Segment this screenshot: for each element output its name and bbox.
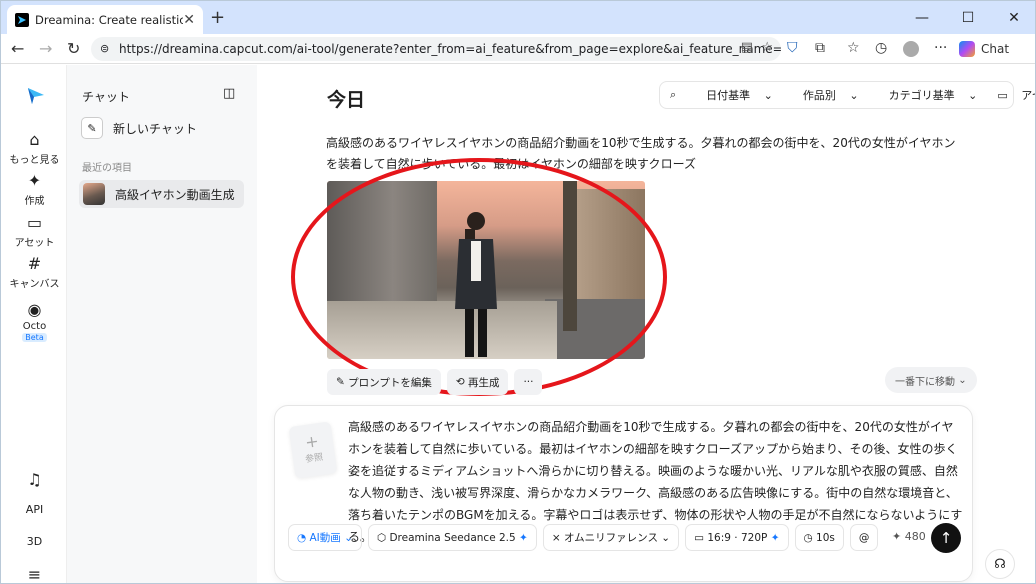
filter-date[interactable]: 日付基準 ⌄ [686, 87, 783, 103]
recent-thumbnail [83, 183, 105, 205]
notifications-bell-icon[interactable]: ♫ [2, 470, 67, 491]
favorite-star-icon[interactable]: ☆ [761, 40, 773, 55]
home-icon: ⌂ [29, 130, 40, 149]
rail-create[interactable]: ✦ 作成 [2, 171, 67, 207]
profile-avatar[interactable] [903, 41, 919, 57]
rail-octo[interactable]: ◉ Octo Beta [2, 300, 67, 343]
main-area: 今日 ⌕ 日付基準 ⌄ 作品別 ⌄ カテゴリ基準 ⌄ ▭ アセット 高級感のある… [258, 65, 1035, 583]
mention-button[interactable]: @ [849, 524, 879, 551]
regenerate-button[interactable]: ⟲ 再生成 [446, 369, 509, 395]
search-icon[interactable]: ⌕ [660, 88, 686, 102]
reference-upload[interactable]: + 参照 [288, 421, 338, 479]
more-menu-icon[interactable]: ··· [934, 40, 947, 56]
chat-panel: チャット ◫ ✎ 新しいチャット 最近の項目 高級イヤホン動画生成 [67, 65, 257, 583]
sparkle-icon-2: ✦ [770, 531, 780, 544]
url-field[interactable]: ⊜ https://dreamina.capcut.com/ai-tool/ge… [91, 37, 781, 61]
octo-icon: ◉ [27, 300, 42, 319]
menu-icon[interactable]: ≡ [2, 565, 67, 583]
video-actions: ✎ プロンプトを編集 ⟲ 再生成 ··· [327, 369, 543, 395]
extensions-icon[interactable]: ⧉ [815, 40, 825, 56]
scroll-to-bottom-button[interactable]: 一番下に移動 ⌄ [885, 367, 977, 393]
filter-asset[interactable]: ▭ アセット [987, 87, 1035, 103]
prompt-composer: + 参照 高級感のあるワイヤレスイヤホンの商品紹介動画を10秒で生成する。夕暮れの… [274, 405, 973, 582]
omni-icon: ⨯ [551, 531, 564, 544]
copilot-icon [959, 41, 975, 57]
dreamina-favicon-icon [15, 12, 29, 27]
credits-icon: ✦ [892, 530, 905, 543]
aspect-ratio-icon: ▭ [694, 531, 708, 544]
recent-item-label: 高級イヤホン動画生成 [115, 187, 235, 202]
dreamina-logo-icon[interactable] [26, 86, 46, 106]
browser-tab[interactable]: Dreamina: Create realistic talking a ✕ [7, 5, 203, 34]
close-window-button[interactable]: ✕ [991, 1, 1035, 34]
filter-bar: ⌕ 日付基準 ⌄ 作品別 ⌄ カテゴリ基準 ⌄ ▭ アセット [659, 81, 1035, 109]
url-text: https://dreamina.capcut.com/ai-tool/gene… [119, 42, 781, 56]
double-chevron-down-icon: ⌄ [958, 374, 967, 386]
rail-api[interactable]: API [2, 503, 67, 516]
credits-indicator: ✦ 480 [892, 530, 926, 543]
highlight-circle-annotation [291, 158, 667, 396]
rail-3d[interactable]: 3D [2, 535, 67, 548]
history-icon[interactable]: ◷ [875, 40, 887, 56]
rail-asset[interactable]: ▭ アセット [2, 213, 67, 249]
forward-arrow-icon[interactable]: → [39, 39, 52, 58]
ai-video-icon: ◔ [297, 531, 310, 544]
mode-select[interactable]: ◔ AI動画 ⌄ [288, 524, 362, 551]
recent-item[interactable]: 高級イヤホン動画生成 [79, 180, 244, 208]
duration-select[interactable]: ◷ 10s [794, 524, 844, 551]
sidebar-toggle-icon[interactable]: ◫ [223, 86, 235, 101]
chat-label: Chat [981, 42, 1010, 56]
tab-bar: Dreamina: Create realistic talking a ✕ +… [1, 1, 1035, 34]
canvas-icon: # [27, 254, 42, 273]
more-actions-button[interactable]: ··· [514, 369, 543, 395]
recent-header: 最近の項目 [82, 163, 132, 174]
panel-title: チャット [82, 90, 130, 104]
edit-prompt-button[interactable]: ✎ プロンプトを編集 [327, 369, 441, 395]
copilot-chat-button[interactable]: Chat [959, 38, 1009, 60]
cube-icon: ⬡ [376, 531, 390, 544]
bitwarden-icon[interactable]: ⛉ [787, 40, 798, 56]
favorites-icon[interactable]: ☆ [847, 40, 860, 56]
filter-work[interactable]: 作品別 ⌄ [783, 87, 869, 103]
rail-more[interactable]: ⌂ もっと見る [2, 130, 67, 166]
folder-icon: ▭ [26, 213, 43, 232]
plus-icon: + [303, 431, 320, 452]
send-button[interactable]: ↑ [931, 523, 961, 553]
reload-icon[interactable]: ↻ [67, 39, 80, 58]
tab-close-icon[interactable]: ✕ [183, 12, 195, 28]
beta-badge: Beta [22, 333, 47, 342]
arrow-up-icon: ↑ [939, 529, 953, 547]
new-tab-button[interactable]: + [210, 7, 225, 28]
page-title: 今日 [327, 89, 366, 111]
left-rail: ⌂ もっと見る ✦ 作成 ▭ アセット # キャンバス ◉ Octo Beta ♫ API … [2, 65, 67, 583]
model-select[interactable]: ⬡ Dreamina Seedance 2.5 ✦ [367, 524, 537, 551]
sparkle-icon: ✦ [519, 531, 528, 544]
edit-prompt-icon: ✎ [336, 376, 349, 388]
reference-mode-select[interactable]: ⨯ オムニリファレンス ⌄ [542, 524, 680, 551]
new-chat-button[interactable]: ✎ 新しいチャット [81, 117, 197, 139]
maximize-button[interactable]: ☐ [945, 1, 991, 34]
back-arrow-icon[interactable]: ← [11, 39, 24, 58]
browser-window: Dreamina: Create realistic talking a ✕ +… [0, 0, 1036, 584]
rail-canvas[interactable]: # キャンバス [2, 254, 67, 290]
composer-toolbar: ◔ AI動画 ⌄ ⬡ Dreamina Seedance 2.5 ✦ ⨯ オムニ… [288, 524, 879, 551]
clock-icon: ◷ [803, 531, 817, 544]
ratio-resolution-select[interactable]: ▭ 16:9 · 720P ✦ [685, 524, 789, 551]
edit-icon: ✎ [81, 117, 103, 139]
address-bar-row: ← → ↻ ⊜ https://dreamina.capcut.com/ai-t… [1, 34, 1035, 64]
read-mode-icon[interactable]: ▤ [741, 40, 753, 55]
site-info-icon[interactable]: ⊜ [100, 42, 109, 55]
sparkle-icon: ✦ [27, 171, 42, 190]
support-headset-icon[interactable]: ☊ [985, 549, 1015, 579]
minimize-button[interactable]: — [899, 1, 945, 34]
regenerate-icon: ⟲ [455, 376, 468, 388]
tab-title: Dreamina: Create realistic talking a [35, 12, 183, 27]
new-chat-label: 新しいチャット [113, 121, 197, 136]
filter-category[interactable]: カテゴリ基準 ⌄ [869, 87, 988, 103]
